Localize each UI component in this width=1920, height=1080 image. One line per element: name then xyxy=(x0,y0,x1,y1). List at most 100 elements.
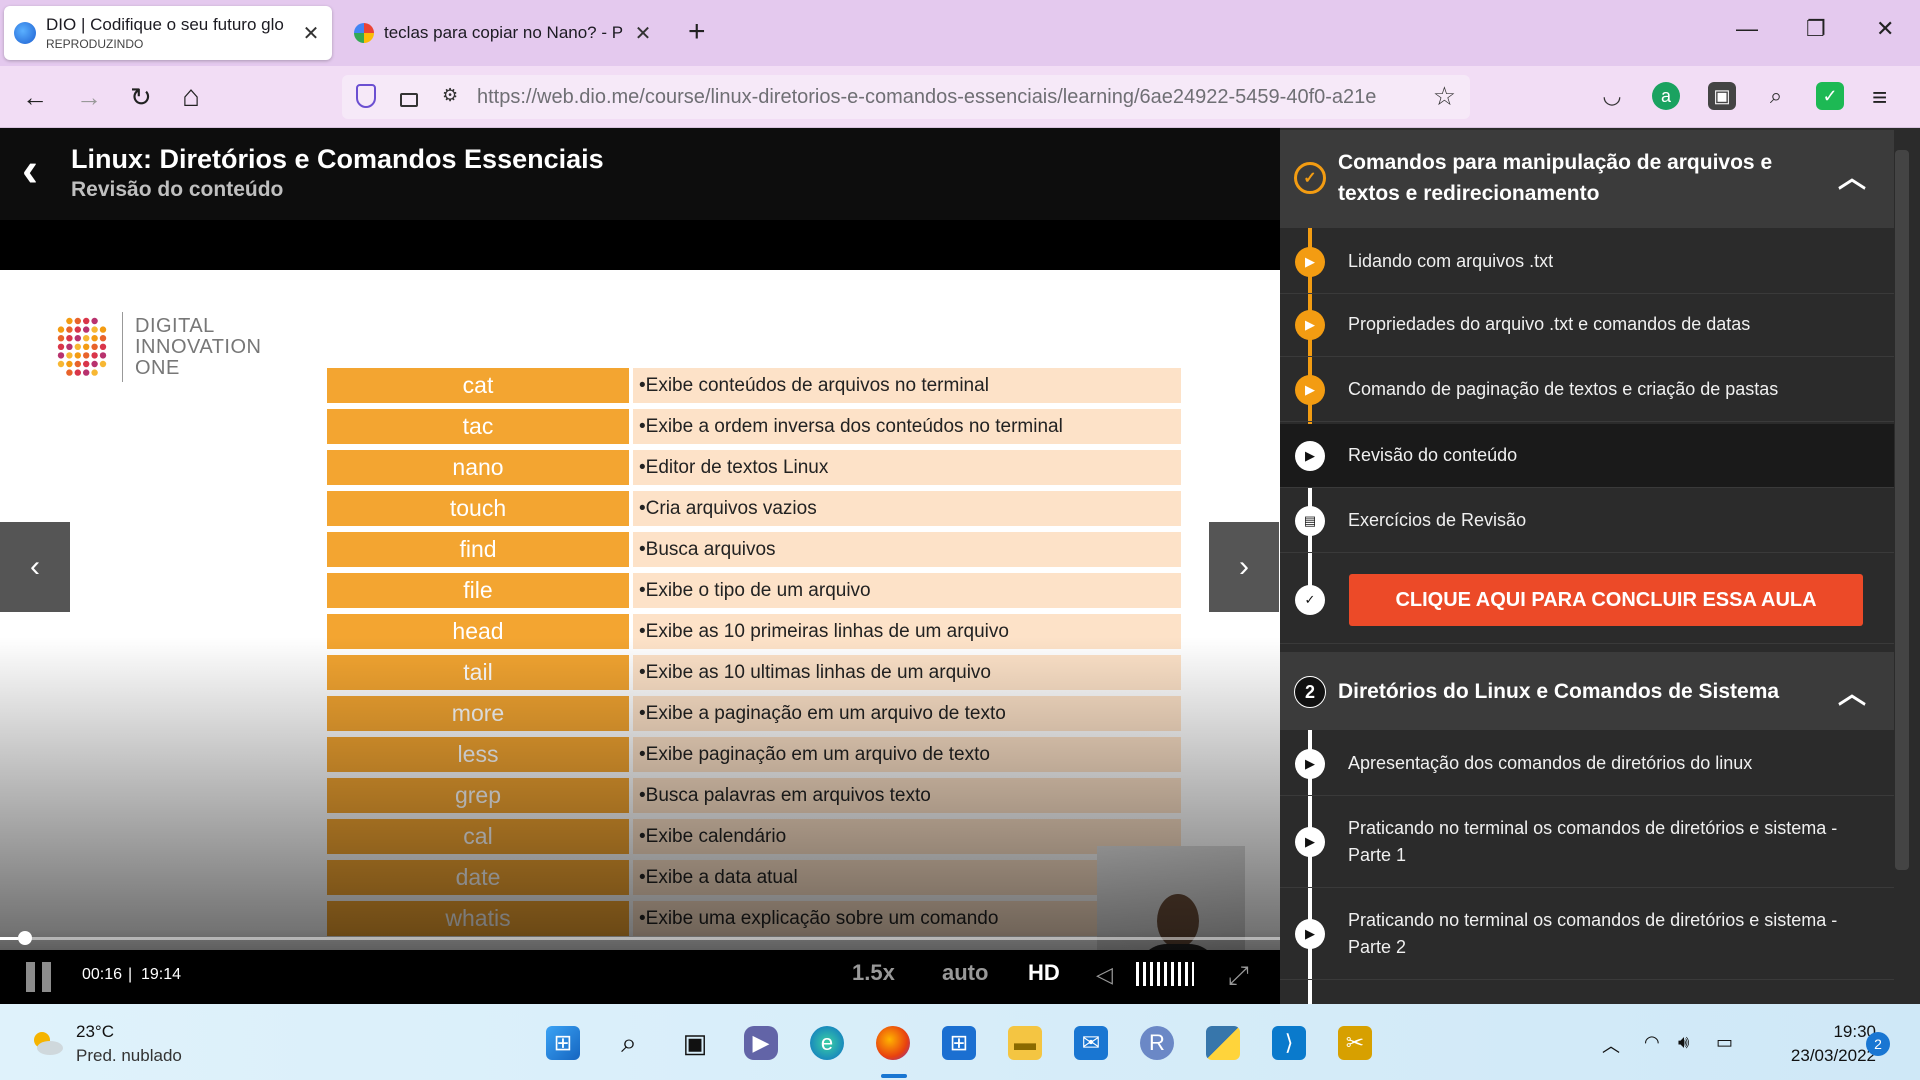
screen: DIO | Codifique o seu futuro glo REPRODU… xyxy=(0,0,1920,1080)
previous-lesson-button[interactable]: ‹ xyxy=(0,522,70,612)
google-favicon-icon xyxy=(354,23,374,43)
bookmark-star-icon[interactable]: ☆ xyxy=(1433,81,1456,112)
logo-dot xyxy=(99,360,107,368)
module-1-title: Comandos para manipulação de arquivos e … xyxy=(1338,151,1773,205)
logo-dot xyxy=(66,352,73,359)
tab-google[interactable]: teclas para copiar no Nano? - P ✕ xyxy=(344,6,664,60)
new-tab-button[interactable]: + xyxy=(688,14,706,50)
speaker-icon[interactable]: 🔊︎ xyxy=(1678,1032,1689,1053)
seek-bar[interactable] xyxy=(0,931,1280,945)
command-description: •Busca palavras em arquivos texto xyxy=(633,778,1181,813)
chat-icon[interactable]: ▶ xyxy=(744,1026,778,1060)
notification-badge[interactable]: 2 xyxy=(1866,1032,1890,1056)
edge-icon[interactable]: e xyxy=(810,1026,844,1060)
logo-dot xyxy=(83,317,90,325)
module-2-lesson[interactable]: ▶ Praticando no terminal os comandos de d… xyxy=(1280,796,1894,888)
logo-dot xyxy=(83,343,90,350)
r-icon[interactable]: R xyxy=(1140,1026,1174,1060)
weather-temp[interactable]: 23°C xyxy=(76,1022,114,1042)
tab-google-close-icon[interactable]: ✕ xyxy=(632,21,654,46)
module-2-header[interactable]: 2 Diretórios do Linux e Comandos de Sist… xyxy=(1280,652,1894,730)
logo-dot xyxy=(83,335,90,342)
command-name: touch xyxy=(327,491,629,526)
module-1-lesson[interactable]: ▶ Comando de paginação de textos e criaçã… xyxy=(1280,358,1894,422)
tray-expand-icon[interactable]: ︿ xyxy=(1602,1032,1620,1058)
hd-button[interactable]: HD xyxy=(1028,960,1060,986)
search-icon[interactable]: ⌕ xyxy=(612,1026,646,1060)
forward-icon[interactable]: → xyxy=(76,80,102,114)
logo-divider xyxy=(122,312,123,382)
command-row: cat •Exibe conteúdos de arquivos no termi… xyxy=(327,366,1181,407)
restore-icon[interactable]: ❐ xyxy=(1806,16,1826,42)
logo-dot xyxy=(66,360,73,368)
course-back-icon[interactable]: ‹ xyxy=(22,146,38,196)
back-icon[interactable]: ← xyxy=(22,80,48,114)
extension-check-icon[interactable]: ✓ xyxy=(1816,82,1844,110)
menu-icon[interactable]: ≡ xyxy=(1872,80,1887,114)
url-bar[interactable]: ⚙ https://web.dio.me/course/linux-direto… xyxy=(342,75,1470,119)
command-name: date xyxy=(327,860,629,895)
snipping-icon[interactable]: ✂ xyxy=(1338,1026,1372,1060)
minimize-icon[interactable]: — xyxy=(1736,16,1758,42)
logo-dot xyxy=(83,360,90,368)
battery-icon[interactable]: ▭ xyxy=(1716,1032,1733,1053)
command-row: date •Exibe a data atual xyxy=(327,858,1181,899)
reload-icon[interactable]: ↻ xyxy=(130,80,152,114)
video-player[interactable]: DIGITAL INNOVATION ONE cat •Exibe conteúd… xyxy=(0,270,1280,1004)
lock-icon[interactable] xyxy=(400,93,418,107)
logo-dot xyxy=(57,343,65,350)
volume-icon[interactable]: ◁ xyxy=(1096,962,1113,988)
shield-icon[interactable] xyxy=(356,84,376,108)
mail-icon[interactable]: ✉ xyxy=(1074,1026,1108,1060)
pocket-icon[interactable]: ◡ xyxy=(1598,82,1626,110)
store-icon[interactable]: ⊞ xyxy=(942,1026,976,1060)
command-description: •Exibe conteúdos de arquivos no terminal xyxy=(633,368,1181,403)
home-icon[interactable]: ⌂ xyxy=(182,80,200,114)
wifi-icon[interactable]: ◠ xyxy=(1644,1032,1660,1053)
file-explorer-icon[interactable]: ▬ xyxy=(1008,1026,1042,1060)
fullscreen-icon[interactable]: ⤢ xyxy=(1228,960,1249,992)
conclude-lesson-button[interactable]: CLIQUE AQUI PARA CONCLUIR ESSA AULA xyxy=(1349,574,1863,626)
conclude-check-icon: ✓ xyxy=(1295,585,1325,615)
extension-a-icon[interactable]: a xyxy=(1652,82,1680,110)
firefox-icon[interactable] xyxy=(876,1026,910,1060)
clock-date[interactable]: 23/03/2022 xyxy=(1762,1046,1876,1066)
module-1-lesson[interactable]: ▶ Lidando com arquivos .txt xyxy=(1280,230,1894,294)
module-1-lesson[interactable]: ▤ Exercícios de Revisão xyxy=(1280,489,1894,553)
tab-google-title: teclas para copiar no Nano? - P xyxy=(384,23,624,42)
logo-dot xyxy=(99,352,107,359)
module-2-collapse-icon[interactable]: ︿ xyxy=(1838,672,1866,712)
sidebar-scrollbar[interactable] xyxy=(1895,150,1909,870)
module-2-lesson[interactable]: ▶ Apresentação dos comandos de diretórios… xyxy=(1280,732,1894,796)
next-lesson-button[interactable]: › xyxy=(1209,522,1279,612)
tab-dio-close-icon[interactable]: ✕ xyxy=(300,21,322,46)
weather-desc[interactable]: Pred. nublado xyxy=(76,1046,182,1066)
python-icon[interactable] xyxy=(1206,1026,1240,1060)
tab-dio[interactable]: DIO | Codifique o seu futuro glo REPRODU… xyxy=(4,6,332,60)
module-2-lesson[interactable]: ▶ Praticando no terminal os comandos de d… xyxy=(1280,888,1894,980)
windows-start-icon[interactable]: ⊞ xyxy=(546,1026,580,1060)
time-separator: | xyxy=(128,966,133,983)
lesson-title: Apresentação dos comandos de diretórios … xyxy=(1348,753,1753,773)
speed-button[interactable]: 1.5x xyxy=(852,960,895,986)
module-1-lesson[interactable]: ▶ Propriedades do arquivo .txt e comandos… xyxy=(1280,293,1894,357)
clock-time[interactable]: 19:30 xyxy=(1792,1022,1876,1042)
module-1-collapse-icon[interactable]: ︿ xyxy=(1838,156,1866,196)
module-1-lesson[interactable]: ▶ Revisão do conteúdo xyxy=(1280,424,1894,488)
module-1-header[interactable]: ✓ Comandos para manipulação de arquivos … xyxy=(1280,130,1894,228)
quality-button[interactable]: auto xyxy=(942,960,988,986)
extension-search-icon[interactable]: ⌕ xyxy=(1762,82,1790,110)
lesson-title: Exercícios de Revisão xyxy=(1348,510,1527,530)
task-view-icon[interactable]: ▣ xyxy=(678,1026,712,1060)
seek-handle[interactable] xyxy=(17,931,32,945)
pause-icon[interactable] xyxy=(26,962,52,992)
window-close-icon[interactable]: ✕ xyxy=(1876,16,1894,42)
document-icon: ▤ xyxy=(1295,506,1325,536)
url-text[interactable]: https://web.dio.me/course/linux-diretori… xyxy=(477,86,1427,109)
vscode-icon[interactable]: ⟩ xyxy=(1272,1026,1306,1060)
volume-slider[interactable] xyxy=(1136,962,1194,986)
logo-dot xyxy=(99,335,107,342)
permissions-icon[interactable]: ⚙ xyxy=(442,85,458,106)
windows-taskbar: 23°C Pred. nublado ⊞ ⌕ ▣ ▶ e ⊞ ▬ ✉ R ⟩ ✂… xyxy=(0,1004,1920,1080)
extension-video-icon[interactable]: ▣ xyxy=(1708,82,1736,110)
